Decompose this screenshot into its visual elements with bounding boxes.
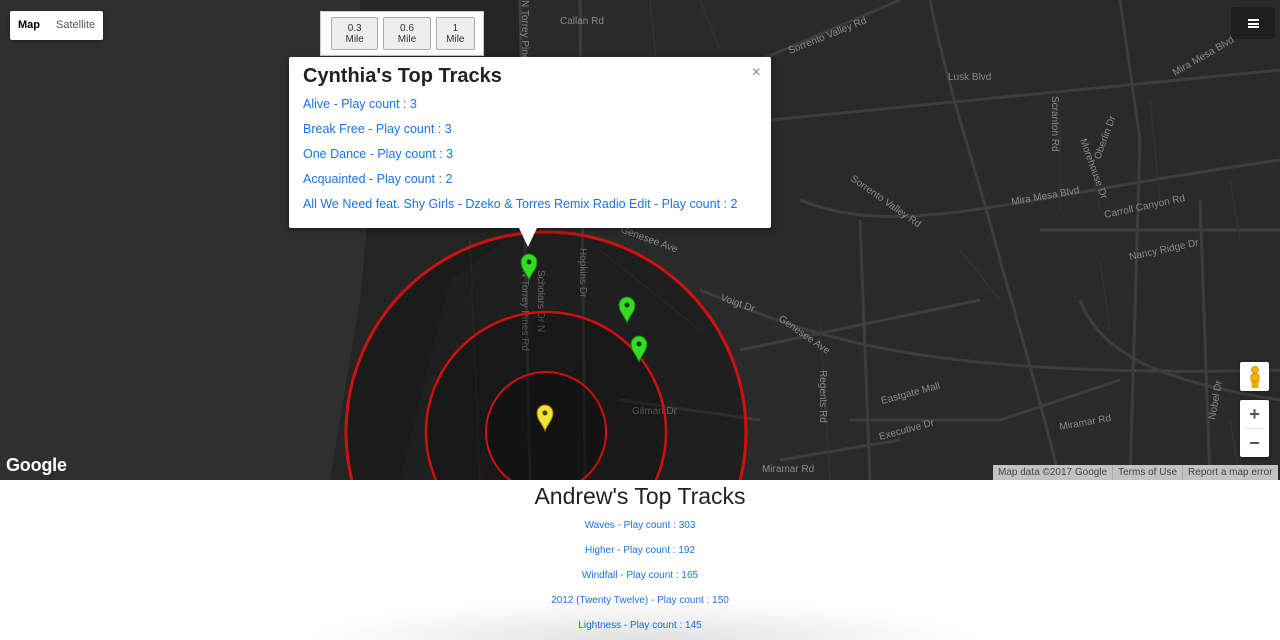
label-miramar-rd: Miramar Rd [1059,413,1112,433]
track-link[interactable]: Alive - Play count : 3 [303,92,757,117]
label-voigt-dr: Voigt Dr [719,292,757,315]
label-lusk-blvd: Lusk Blvd [948,72,991,83]
map-type-satellite-button[interactable]: Satellite [48,11,103,40]
label-mira-mesa-blvd-2: Mira Mesa Blvd [1011,185,1081,208]
label-callan-rd: Callan Rd [560,16,604,27]
zoom-out-button[interactable]: − [1240,429,1269,457]
label-oberlin-dr: Oberlin Dr [1092,114,1118,161]
label-nancy-ridge-dr: Nancy Ridge Dr [1128,237,1200,263]
radius-0.6-mile-button[interactable]: 0.6 Mile [383,17,431,50]
label-mira-mesa-blvd-1: Mira Mesa Blvd [1171,35,1236,79]
track-link[interactable]: All We Need feat. Shy Girls - Dzeko & To… [303,192,757,217]
label-carroll-canyon-rd: Carroll Canyon Rd [1103,193,1186,221]
label-miramar-rd-2: Miramar Rd [762,464,814,475]
info-window: × Cynthia's Top Tracks Alive - Play coun… [289,57,771,247]
track-link[interactable]: Waves - Play count : 303 [0,513,1280,538]
street-view-pegman[interactable] [1240,362,1269,391]
info-window-title: Cynthia's Top Tracks [303,65,502,87]
close-icon[interactable]: × [752,64,761,82]
menu-button[interactable] [1231,7,1275,39]
terms-of-use-link[interactable]: Terms of Use [1112,465,1182,480]
radius-1-mile-button[interactable]: 1 Mile [435,17,476,50]
track-link[interactable]: Acquainted - Play count : 2 [303,167,757,192]
label-regents-rd: Regents Rd [817,370,828,423]
radius-0.3-mile-button[interactable]: 0.3 Mile [331,17,379,50]
google-logo: Google [6,455,67,475]
user-top-tracks-title: Andrew's Top Tracks [534,483,746,509]
pegman-icon [1250,365,1259,388]
map-attribution: Map data ©2017 Google Terms of Use Repor… [993,465,1278,480]
map-type-map-button[interactable]: Map [10,11,48,40]
track-link[interactable]: Windfall - Play count : 165 [0,563,1280,588]
map-view[interactable]: Sorrento Valley Rd Lusk Blvd Mira Mesa B… [0,0,1280,480]
hamburger-icon [1247,18,1259,28]
track-link[interactable]: Break Free - Play count : 3 [303,117,757,142]
zoom-in-button[interactable]: + [1240,400,1269,428]
report-map-error-link[interactable]: Report a map error [1182,465,1277,480]
bottom-shadow [300,600,980,640]
map-data-text: Map data ©2017 Google [998,467,1108,478]
zoom-control: + − [1240,400,1269,457]
track-link[interactable]: Higher - Play count : 192 [0,538,1280,563]
map-type-control: Map Satellite [10,11,104,40]
label-sorrento-valley-rd: Sorrento Valley Rd [787,15,868,56]
track-link[interactable]: One Dance - Play count : 3 [303,142,757,167]
radius-button-group: 0.3 Mile 0.6 Mile 1 Mile [320,11,484,56]
label-scranton-rd: Scranton Rd [1049,96,1060,152]
label-eastgate-mall: Eastgate Mall [880,381,941,407]
